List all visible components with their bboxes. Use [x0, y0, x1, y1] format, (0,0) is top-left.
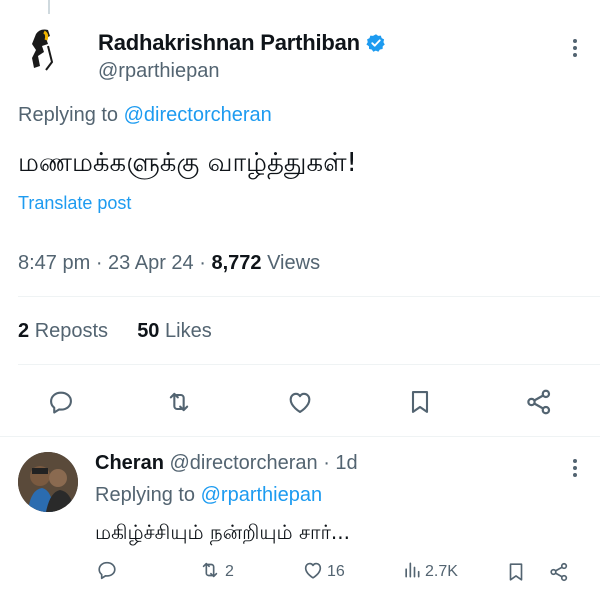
reply-replying-to: Replying to @rparthiepan: [95, 484, 322, 507]
reply-author-handle[interactable]: @directorcheran: [169, 452, 317, 474]
reply-author-avatar[interactable]: [18, 452, 78, 512]
share-icon[interactable]: [523, 386, 555, 418]
reply-reply-button[interactable]: [96, 560, 118, 584]
tweet-metadata: 8:47 pm · 23 Apr 24 · 8,772 Views: [18, 252, 321, 274]
author-handle[interactable]: @rparthiepan: [98, 60, 219, 83]
engagement-stats: 2 Reposts 50 Likes: [18, 320, 212, 343]
section-divider: [0, 436, 600, 437]
views-count: 8,772: [211, 252, 262, 274]
bookmark-icon[interactable]: [505, 560, 527, 584]
like-icon: [302, 559, 324, 586]
more-options-icon[interactable]: [572, 38, 578, 63]
verified-badge-icon: [366, 33, 386, 59]
author-name-text[interactable]: Radhakrishnan Parthiban: [98, 30, 360, 55]
reply-like-button[interactable]: 16: [302, 560, 345, 584]
replying-to-handle-link[interactable]: @directorcheran: [124, 104, 272, 126]
reply-author-name[interactable]: Cheran: [95, 452, 164, 474]
repost-icon[interactable]: [163, 386, 195, 418]
reposts-stat[interactable]: 2 Reposts: [18, 320, 108, 342]
reply-replying-to-label: Replying to: [95, 484, 196, 506]
reply-text: மகிழ்ச்சியும் நன்றியும் சார்...: [95, 520, 350, 544]
author-avatar[interactable]: [18, 22, 74, 78]
reply-icon[interactable]: [45, 386, 77, 418]
likes-label: Likes: [165, 320, 212, 342]
divider: [18, 364, 600, 365]
bookmark-icon[interactable]: [404, 386, 436, 418]
reply-repost-button[interactable]: 2: [198, 560, 234, 584]
views-icon: [402, 560, 422, 585]
replying-to: Replying to @directorcheran: [18, 104, 272, 127]
tweet-time[interactable]: 8:47 pm: [18, 252, 90, 274]
divider: [18, 296, 600, 297]
tweet-actions-bar: [0, 386, 600, 418]
reposts-label: Reposts: [34, 320, 109, 342]
reply-like-count: 16: [327, 563, 345, 580]
reply-repost-count: 2: [225, 563, 234, 580]
reposts-count: 2: [18, 320, 30, 342]
thread-connector: [48, 0, 50, 14]
reply-icon: [96, 559, 118, 586]
tweet-date[interactable]: 23 Apr 24: [108, 252, 194, 274]
translate-post-link[interactable]: Translate post: [18, 193, 131, 214]
reply-age[interactable]: 1d: [335, 452, 357, 474]
reply-actions-bar: 2 16 2.7K: [0, 560, 600, 584]
author-name[interactable]: Radhakrishnan Parthiban: [98, 30, 386, 59]
share-icon[interactable]: [548, 560, 570, 584]
reply-more-options-icon[interactable]: [572, 458, 578, 483]
views-label: Views: [267, 252, 321, 274]
reply-replying-to-handle-link[interactable]: @rparthiepan: [201, 484, 322, 506]
reply-views-count: 2.7K: [425, 563, 458, 580]
reply-header: Cheran @directorcheran · 1d: [95, 452, 358, 474]
reply-views-button[interactable]: 2.7K: [402, 560, 458, 584]
replying-to-label: Replying to: [18, 104, 119, 126]
repost-icon: [198, 559, 222, 586]
likes-count: 50: [137, 320, 160, 342]
tweet-text: மணமக்களுக்கு வாழ்த்துகள்!: [18, 148, 357, 178]
like-icon[interactable]: [284, 386, 316, 418]
likes-stat[interactable]: 50 Likes: [137, 320, 212, 342]
